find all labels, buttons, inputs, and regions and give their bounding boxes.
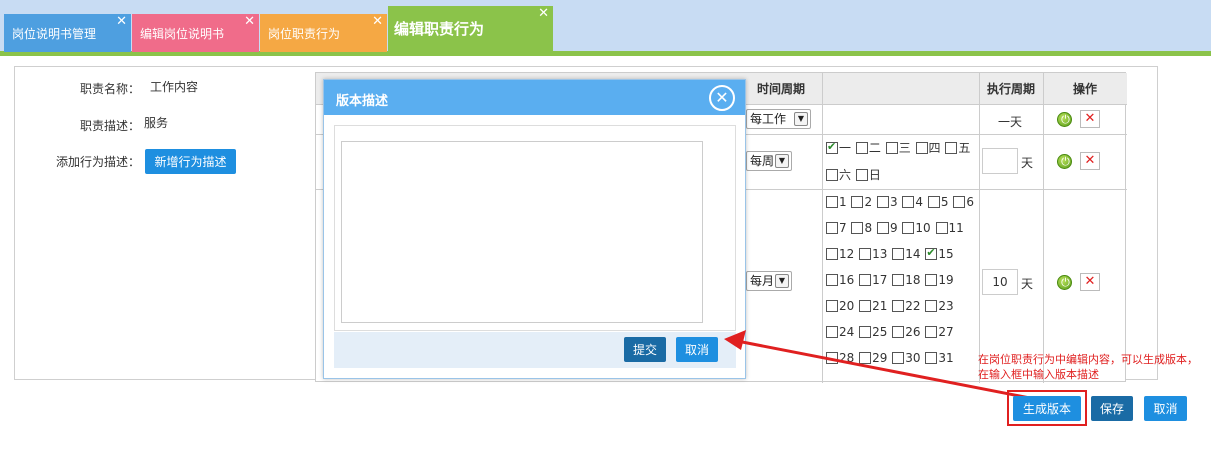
annotation-text: 在岗位职责行为中编辑内容，可以生成版本，在输入框中输入版本描述 [978, 353, 1198, 381]
generate-version-button[interactable]: 生成版本 [1013, 396, 1081, 421]
save-button[interactable]: 保存 [1091, 396, 1133, 421]
cancel-button[interactable]: 取消 [1144, 396, 1187, 421]
annotation-arrow [724, 330, 1041, 402]
